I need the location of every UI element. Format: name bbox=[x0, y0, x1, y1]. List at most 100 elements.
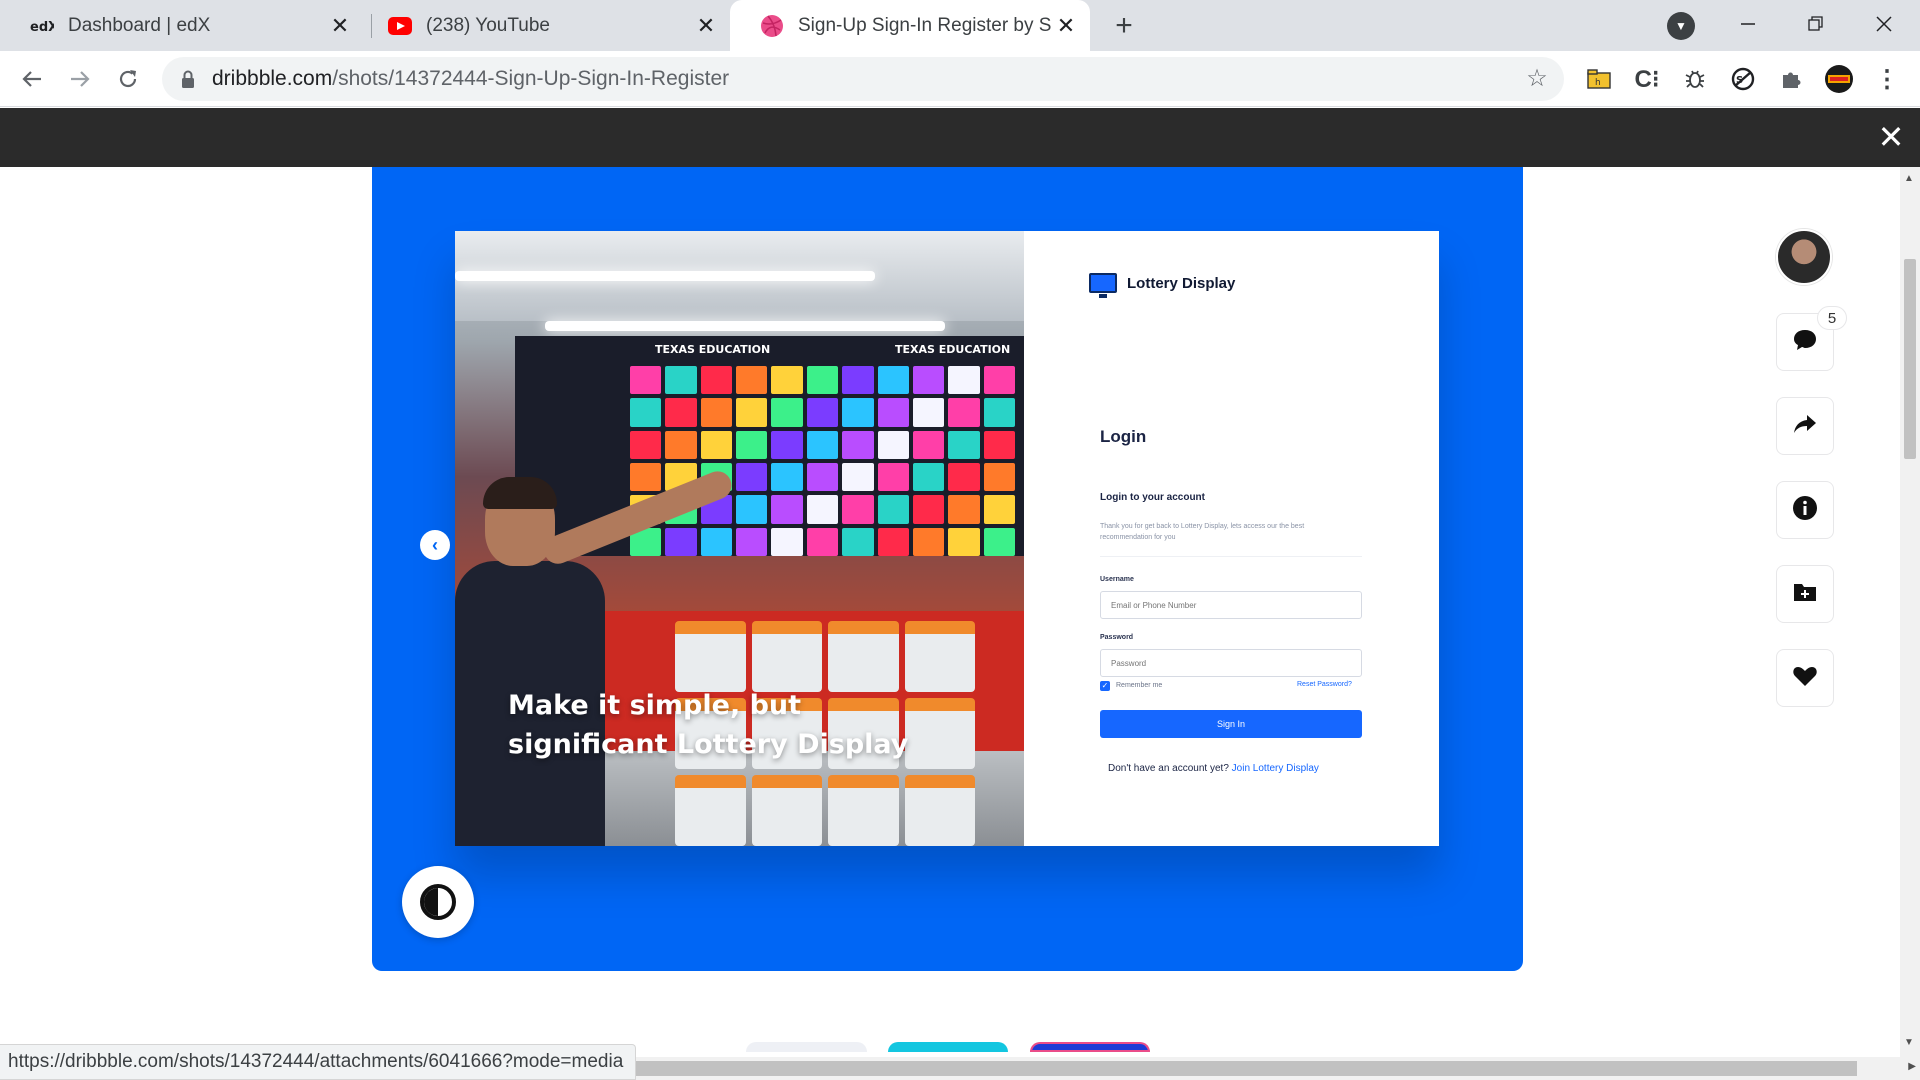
scroll-right-icon[interactable]: ▶ bbox=[1908, 1061, 1916, 1072]
remember-checkbox[interactable]: ✓ bbox=[1100, 681, 1110, 691]
vertical-scrollbar[interactable]: ▲ ▼ bbox=[1900, 167, 1920, 1057]
horizontal-scroll-thumb[interactable] bbox=[612, 1061, 1857, 1076]
block-extension-icon[interactable]: S bbox=[1728, 64, 1758, 94]
scratch-ticket bbox=[912, 462, 945, 492]
scroll-thumb[interactable] bbox=[1904, 259, 1916, 459]
tab-title: Dashboard | edX bbox=[68, 14, 211, 36]
scratch-ticket bbox=[842, 495, 874, 524]
back-arrow-icon[interactable] bbox=[16, 63, 48, 95]
new-tab-button[interactable]: + bbox=[1108, 9, 1140, 42]
rack-banner-text: TEXAS EDUCATION bbox=[655, 343, 771, 356]
username-field[interactable] bbox=[1100, 591, 1362, 619]
scratch-ticket bbox=[771, 495, 803, 524]
address-bar[interactable]: dribbble.com/shots/14372444-Sign-Up-Sign… bbox=[162, 57, 1564, 101]
lock-icon[interactable] bbox=[180, 69, 200, 89]
store-photo: TEXAS EDUCATION TEXAS EDUCATION Make it … bbox=[455, 231, 1024, 846]
scratch-ticket bbox=[771, 462, 803, 492]
tab-title: Sign-Up Sign-In Register by Shak bbox=[798, 14, 1052, 36]
designer-avatar[interactable] bbox=[1776, 229, 1832, 285]
window-close-icon[interactable] bbox=[1864, 6, 1904, 42]
scratch-ticket bbox=[630, 462, 662, 492]
info-button[interactable] bbox=[1776, 481, 1834, 539]
scratch-ticket bbox=[983, 495, 1015, 524]
close-icon[interactable]: ✕ bbox=[326, 12, 354, 40]
like-button[interactable] bbox=[1776, 649, 1834, 707]
previous-shot-chevron-icon[interactable]: ‹ bbox=[420, 530, 450, 560]
login-description: Thank you for get back to Lottery Displa… bbox=[1100, 523, 1305, 541]
scratch-ticket bbox=[877, 462, 909, 492]
join-link[interactable]: Join Lottery Display bbox=[1232, 763, 1319, 774]
scratch-ticket bbox=[736, 366, 768, 395]
url-host: dribbble.com bbox=[212, 67, 333, 90]
scratch-ticket bbox=[771, 398, 803, 427]
menu-kebab-icon[interactable]: ⋮ bbox=[1872, 64, 1902, 94]
close-icon[interactable]: ✕ bbox=[692, 12, 720, 40]
brand-logo: Lottery Display bbox=[1089, 273, 1236, 298]
scratch-ticket bbox=[842, 366, 874, 395]
tab-search-icon[interactable]: ▼ bbox=[1667, 12, 1695, 40]
scratch-ticket bbox=[912, 527, 945, 556]
bug-extension-icon[interactable] bbox=[1680, 64, 1710, 94]
scratch-ticket bbox=[877, 430, 909, 459]
share-button[interactable] bbox=[1776, 397, 1834, 455]
login-form-panel: Lottery Display Login Login to your acco… bbox=[1024, 231, 1439, 846]
signup-prompt: Don't have an account yet? Join Lottery … bbox=[1108, 763, 1319, 774]
folder-extension-icon[interactable]: h bbox=[1584, 64, 1614, 94]
scratch-ticket bbox=[877, 398, 909, 427]
login-title: Login bbox=[1100, 427, 1147, 446]
contrast-toggle-icon[interactable] bbox=[402, 866, 474, 938]
scratch-ticket bbox=[630, 398, 662, 427]
scratch-ticket bbox=[983, 527, 1015, 556]
scratch-ticket bbox=[806, 527, 839, 556]
scratch-ticket bbox=[665, 398, 697, 427]
scratch-ticket bbox=[983, 366, 1015, 395]
scratch-ticket bbox=[700, 398, 733, 427]
shot-thumbnail[interactable] bbox=[888, 1042, 1008, 1052]
tab-title: (238) YouTube bbox=[426, 14, 550, 36]
shot-thumbnail-selected[interactable] bbox=[1030, 1042, 1150, 1052]
status-bar-url: https://dribbble.com/shots/14372444/atta… bbox=[0, 1044, 637, 1080]
forward-arrow-icon[interactable] bbox=[64, 63, 96, 95]
scratch-ticket bbox=[771, 430, 803, 459]
horizontal-scrollbar[interactable]: ▶ bbox=[612, 1057, 1920, 1080]
svg-text:h: h bbox=[1595, 78, 1601, 88]
url-text: dribbble.com/shots/14372444-Sign-Up-Sign… bbox=[212, 67, 729, 91]
reload-icon[interactable] bbox=[112, 63, 144, 95]
profile-avatar-icon[interactable] bbox=[1824, 64, 1854, 94]
reset-password-link[interactable]: Reset Password? bbox=[1297, 681, 1352, 688]
rack-banner-text: TEXAS EDUCATION bbox=[895, 343, 1011, 356]
password-label: Password bbox=[1100, 634, 1134, 641]
divider bbox=[1100, 556, 1362, 557]
scratch-ticket bbox=[983, 462, 1015, 492]
share-arrow-icon bbox=[1792, 411, 1818, 442]
minimize-icon[interactable] bbox=[1728, 6, 1768, 42]
c-extension-icon[interactable]: C⁝ bbox=[1632, 64, 1662, 94]
bookmark-star-icon[interactable]: ☆ bbox=[1524, 66, 1550, 92]
close-icon[interactable]: ✕ bbox=[1052, 12, 1080, 40]
brand-name: Lottery Display bbox=[1127, 274, 1236, 292]
modal-close-icon[interactable]: ✕ bbox=[1876, 121, 1906, 153]
scroll-down-icon[interactable]: ▼ bbox=[1904, 1037, 1914, 1048]
scratch-ticket bbox=[630, 430, 662, 459]
restore-icon[interactable] bbox=[1796, 6, 1836, 42]
tab-youtube[interactable]: (238) YouTube ✕ bbox=[358, 0, 730, 51]
product-bag bbox=[751, 621, 822, 692]
product-bag bbox=[828, 621, 899, 692]
tab-dribbble-shot[interactable]: Sign-Up Sign-In Register by Shak ✕ bbox=[730, 0, 1090, 51]
tab-edx-dashboard[interactable]: edX Dashboard | edX ✕ bbox=[0, 0, 364, 51]
sign-in-button[interactable]: Sign In bbox=[1100, 710, 1362, 738]
save-to-collection-button[interactable] bbox=[1776, 565, 1834, 623]
ceiling-light bbox=[545, 321, 945, 331]
scratch-ticket bbox=[948, 430, 980, 459]
shot-headline: Make it simple, but significant Lottery … bbox=[508, 690, 909, 760]
scratch-ticket bbox=[842, 398, 874, 427]
puzzle-extensions-icon[interactable] bbox=[1776, 64, 1806, 94]
shot-thumbnail[interactable] bbox=[746, 1042, 867, 1052]
password-field[interactable] bbox=[1100, 649, 1362, 677]
url-path: /shots/14372444-Sign-Up-Sign-In-Register bbox=[332, 67, 730, 90]
scratch-ticket bbox=[736, 495, 768, 524]
svg-text:edX: edX bbox=[30, 20, 54, 34]
scratch-ticket bbox=[948, 495, 980, 524]
scratch-ticket bbox=[842, 430, 874, 459]
scroll-up-icon[interactable]: ▲ bbox=[1904, 173, 1914, 184]
